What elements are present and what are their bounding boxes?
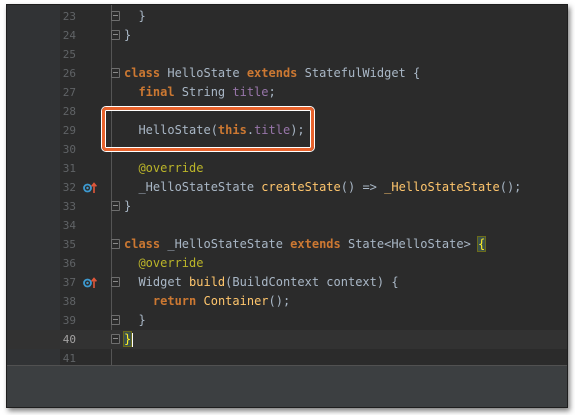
- text-cursor: [131, 332, 134, 347]
- fold-toggle-icon[interactable]: [111, 334, 120, 344]
- code-text: }: [124, 26, 131, 45]
- code-text: }: [124, 197, 131, 216]
- line-number: 38: [62, 295, 76, 308]
- code-token: return: [152, 294, 197, 308]
- code-token: class: [124, 237, 161, 251]
- line-number: 29: [62, 124, 76, 137]
- line-number: 35: [62, 238, 76, 251]
- line-number: 28: [62, 105, 76, 118]
- code-text: Widget build(BuildContext context) {: [124, 273, 399, 292]
- line-number: 26: [62, 67, 76, 80]
- code-token: createState: [261, 180, 341, 194]
- code-token: extends: [246, 66, 298, 80]
- code-line[interactable]: 24}: [7, 26, 567, 45]
- code-line[interactable]: 26 class HelloState extends StatefulWidge…: [7, 64, 567, 83]
- code-line[interactable]: 33}: [7, 197, 567, 216]
- code-line[interactable]: 34: [7, 216, 567, 235]
- line-number: 39: [62, 314, 76, 327]
- line-number: 31: [62, 162, 76, 175]
- code-token: () =>: [340, 180, 385, 194]
- code-token: _HelloStateState: [384, 180, 500, 194]
- code-line[interactable]: 27 final String title;: [7, 83, 567, 102]
- line-number: 23: [62, 10, 76, 23]
- code-editor-window: 23 } 24} 25 26 class HelloState extends Stat…: [6, 4, 568, 408]
- line-number: 32: [62, 181, 76, 194]
- code-token: extends: [290, 237, 341, 251]
- code-token: @override: [138, 161, 204, 175]
- code-token: build: [189, 275, 226, 289]
- code-token: }: [122, 331, 133, 347]
- code-text: }: [124, 311, 146, 330]
- line-number: 34: [62, 219, 76, 232]
- code-text: }: [122, 330, 134, 349]
- code-token: }: [124, 9, 146, 23]
- line-number: 36: [62, 257, 76, 270]
- code-token: }: [124, 28, 132, 42]
- highlight-annotation-box: [102, 107, 314, 151]
- code-line[interactable]: 37 Widget build(BuildContext context) {: [7, 273, 567, 292]
- code-token: HelloState: [160, 66, 247, 80]
- code-token: ();: [268, 294, 291, 308]
- code-token: _HelloStateState: [160, 237, 291, 251]
- code-token: }: [124, 313, 146, 327]
- fold-toggle-icon[interactable]: [111, 68, 120, 78]
- code-token: Container: [203, 294, 269, 308]
- editor-bottom-panel: [7, 365, 567, 407]
- code-token: String: [174, 85, 233, 99]
- code-text: final String title;: [124, 83, 276, 102]
- code-token: _HelloStateState: [124, 180, 262, 194]
- code-token: ;: [268, 85, 276, 99]
- code-line[interactable]: 23 }: [7, 7, 567, 26]
- fold-toggle-icon[interactable]: [111, 201, 120, 211]
- code-token: title: [232, 85, 269, 99]
- line-number: 24: [62, 29, 76, 42]
- code-text: return Container();: [124, 292, 290, 311]
- code-text: class HelloState extends StatefulWidget …: [124, 64, 420, 83]
- code-text: }: [124, 7, 146, 26]
- line-number: 37: [62, 276, 76, 289]
- code-text: class _HelloStateState extends State<Hel…: [124, 235, 487, 254]
- code-token: (BuildContext context) {: [225, 275, 399, 289]
- code-token: {: [476, 236, 487, 252]
- line-number: 40: [62, 333, 76, 346]
- code-line[interactable]: 31 @override: [7, 159, 567, 178]
- code-token: final: [138, 85, 175, 99]
- fold-toggle-icon[interactable]: [111, 277, 120, 287]
- fold-toggle-icon[interactable]: [111, 30, 120, 40]
- code-token: StatefulWidget {: [297, 66, 421, 80]
- line-number: 27: [62, 86, 76, 99]
- code-line[interactable]: 35 class _HelloStateState extends State<H…: [7, 235, 567, 254]
- override-marker-icon[interactable]: [83, 181, 97, 194]
- fold-toggle-icon[interactable]: [111, 11, 120, 21]
- code-text: _HelloStateState createState() => _Hello…: [124, 178, 521, 197]
- code-text: @override: [124, 254, 203, 273]
- code-token: Widget: [124, 275, 190, 289]
- line-number: 33: [62, 200, 76, 213]
- line-number: 25: [62, 48, 76, 61]
- fold-toggle-icon[interactable]: [111, 239, 120, 249]
- fold-toggle-icon[interactable]: [111, 315, 120, 325]
- code-token: @override: [138, 256, 204, 270]
- code-token: ();: [499, 180, 522, 194]
- line-number: 30: [62, 143, 76, 156]
- code-token: State<HelloState>: [340, 237, 479, 251]
- code-line[interactable]: 38 return Container();: [7, 292, 567, 311]
- code-token: }: [124, 199, 132, 213]
- code-line[interactable]: 36 @override: [7, 254, 567, 273]
- code-text: @override: [124, 159, 203, 178]
- code-line[interactable]: 25: [7, 45, 567, 64]
- code-line[interactable]: 40}: [7, 330, 567, 349]
- code-line[interactable]: 39 }: [7, 311, 567, 330]
- override-marker-icon[interactable]: [83, 276, 97, 289]
- code-token: class: [124, 66, 161, 80]
- code-line[interactable]: 32 _HelloStateState createState() => _He…: [7, 178, 567, 197]
